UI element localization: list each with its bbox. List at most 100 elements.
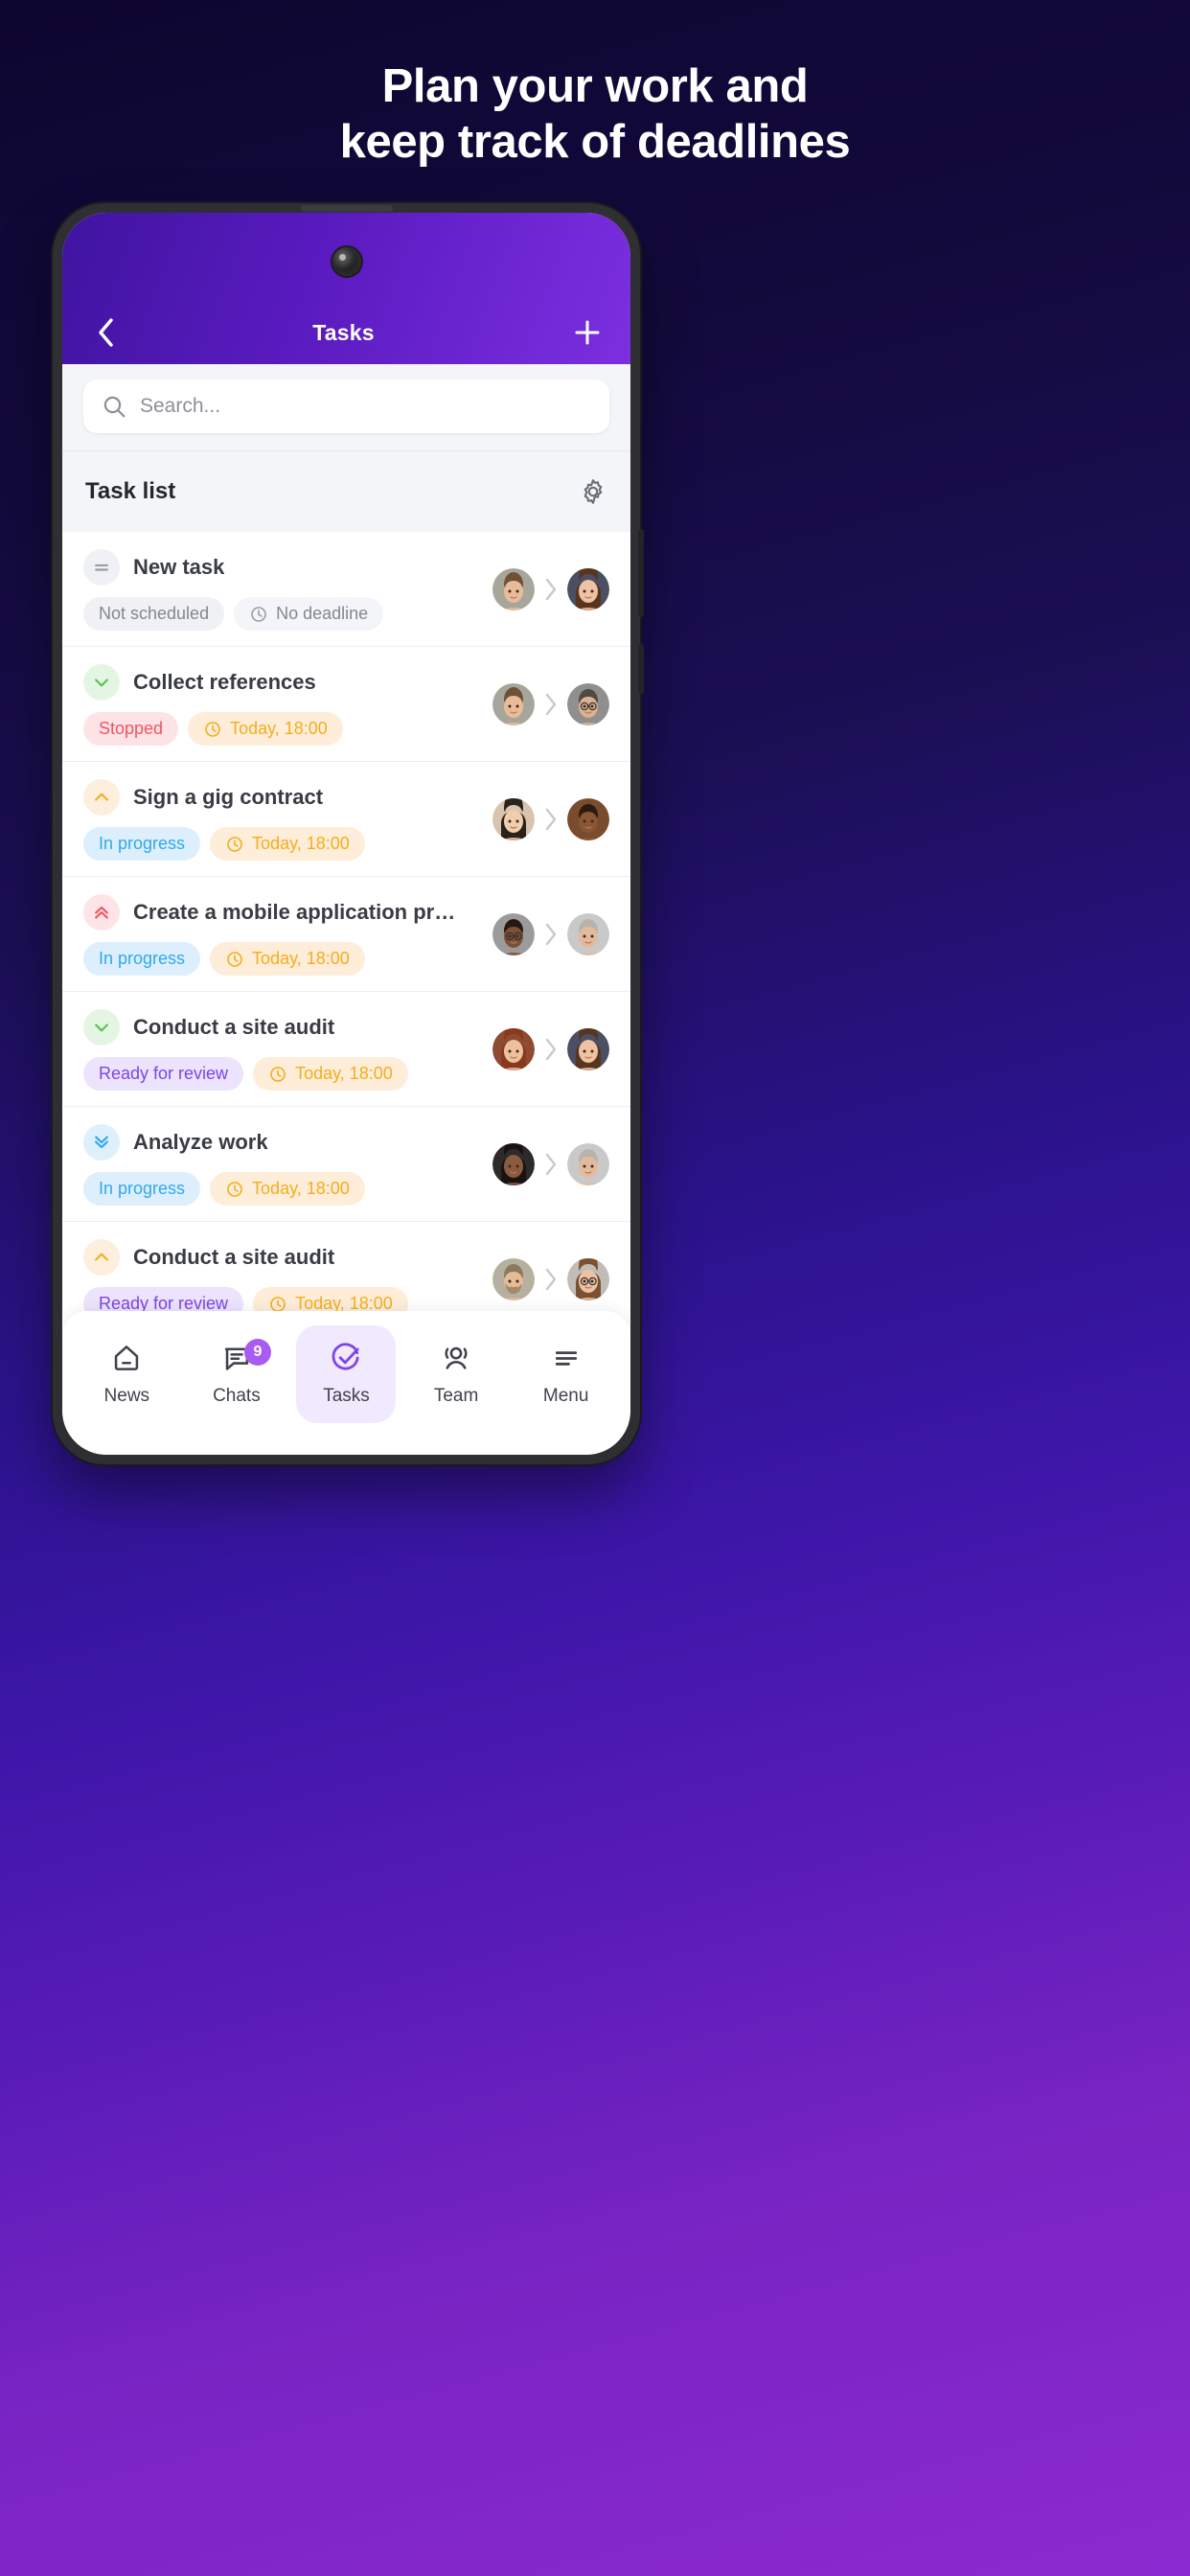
deadline-text: Today, 18:00 xyxy=(295,1064,393,1083)
avatar-woman-red[interactable] xyxy=(492,1027,535,1070)
status-badge[interactable]: Stopped xyxy=(83,712,179,746)
task-list-title: Task list xyxy=(85,478,176,504)
task-title: Analyze work xyxy=(133,1130,268,1154)
tab-menu[interactable]: Menu xyxy=(516,1325,616,1423)
task-priority-badge[interactable] xyxy=(83,664,120,701)
status-badge[interactable]: Ready for review xyxy=(83,1057,244,1091)
task-priority-badge[interactable] xyxy=(83,1239,120,1276)
avatar-woman-1[interactable] xyxy=(567,567,609,610)
task-title: New task xyxy=(133,555,225,579)
task-priority-badge[interactable] xyxy=(83,1124,120,1161)
search-section: Search... xyxy=(62,364,630,451)
chevron-right-icon xyxy=(545,693,557,715)
chevron-left-icon xyxy=(99,318,113,347)
task-title-line: New task xyxy=(83,549,456,586)
tab-label: Team xyxy=(433,1386,479,1406)
deadline-badge[interactable]: No deadline xyxy=(234,597,384,631)
avatar-woman-glasses[interactable] xyxy=(567,1257,609,1300)
headline-line-2: keep track of deadlines xyxy=(339,115,851,168)
task-priority-badge[interactable] xyxy=(83,894,120,931)
avatar-man-glasses[interactable] xyxy=(567,682,609,725)
headline-line-1: Plan your work and xyxy=(381,60,809,112)
clock-icon xyxy=(270,1066,286,1082)
chevron-up-icon xyxy=(95,793,108,801)
deadline-text: Today, 18:00 xyxy=(252,949,350,968)
deadline-badge[interactable]: Today, 18:00 xyxy=(188,712,343,746)
status-badge[interactable]: Not scheduled xyxy=(83,597,225,631)
table-row[interactable]: New task Not scheduled No deadline xyxy=(62,532,630,647)
chevron-up-icon xyxy=(95,1253,108,1261)
hamburger-icon xyxy=(555,1351,577,1366)
chevron-right-icon xyxy=(545,1038,557,1060)
task-assignees xyxy=(492,682,609,725)
task-assignees xyxy=(492,567,609,610)
task-chips: In progress Today, 18:00 xyxy=(83,1172,456,1206)
avatar-man-dark-2[interactable] xyxy=(492,912,535,955)
avatar-man-1[interactable] xyxy=(492,567,535,610)
task-assignees xyxy=(492,1257,609,1300)
tab-team[interactable]: Team xyxy=(406,1325,506,1423)
deadline-badge[interactable]: Today, 18:00 xyxy=(210,827,365,861)
search-input[interactable]: Search... xyxy=(83,380,609,433)
deadline-badge[interactable]: Today, 18:00 xyxy=(253,1057,408,1091)
chevrons-down-icon xyxy=(95,1136,108,1149)
task-priority-badge[interactable] xyxy=(83,549,120,586)
status-badge[interactable]: In progress xyxy=(83,1172,201,1206)
avatar-woman-1[interactable] xyxy=(567,1027,609,1070)
avatar-man-beard[interactable] xyxy=(492,1257,535,1300)
plus-icon xyxy=(575,320,600,345)
task-chips: Ready for review Today, 18:00 xyxy=(83,1057,456,1091)
phone-mockup: Tasks Search... Task list New task Not s… xyxy=(53,203,644,1464)
search-placeholder: Search... xyxy=(140,395,221,417)
status-badge[interactable]: In progress xyxy=(83,942,201,976)
equals-icon xyxy=(95,564,108,571)
task-priority-badge[interactable] xyxy=(83,779,120,816)
task-title-line: Conduct a site audit xyxy=(83,1009,456,1046)
avatar-woman-dark[interactable] xyxy=(492,1142,535,1185)
avatar-man-grey[interactable] xyxy=(567,1142,609,1185)
tab-news[interactable]: News xyxy=(77,1325,176,1423)
task-title-line: Conduct a site audit xyxy=(83,1239,456,1276)
tab-tasks[interactable]: Tasks xyxy=(296,1325,397,1423)
task-list-header: Task list xyxy=(62,451,630,532)
task-chips: In progress Today, 18:00 xyxy=(83,942,456,976)
task-rows: New task Not scheduled No deadline Colle… xyxy=(62,532,630,1337)
promo-headline: Plan your work and keep track of deadlin… xyxy=(0,59,1190,171)
chevron-right-icon xyxy=(545,578,557,600)
chevron-right-icon xyxy=(545,1153,557,1175)
chevron-right-icon xyxy=(545,1268,557,1290)
avatar-man-1[interactable] xyxy=(492,682,535,725)
deadline-text: No deadline xyxy=(276,604,369,623)
table-row[interactable]: Collect references Stopped Today, 18:00 xyxy=(62,647,630,762)
table-row[interactable]: Sign a gig contract In progress Today, 1… xyxy=(62,762,630,877)
phone-speaker xyxy=(300,205,393,212)
task-title: Collect references xyxy=(133,670,316,694)
task-chips: Not scheduled No deadline xyxy=(83,597,456,631)
table-row[interactable]: Conduct a site audit Ready for review To… xyxy=(62,992,630,1107)
task-chips: In progress Today, 18:00 xyxy=(83,827,456,861)
add-task-button[interactable] xyxy=(571,316,604,349)
app-header: Tasks xyxy=(62,213,630,364)
task-assignees xyxy=(492,912,609,955)
clock-icon xyxy=(205,721,220,737)
deadline-text: Today, 18:00 xyxy=(252,834,350,853)
clock-icon xyxy=(227,836,242,852)
tab-label: Menu xyxy=(542,1386,589,1406)
table-row[interactable]: Create a mobile application pro... In pr… xyxy=(62,877,630,992)
task-chips: Stopped Today, 18:00 xyxy=(83,712,456,746)
phone-volume-button xyxy=(638,529,644,617)
tab-label: News xyxy=(103,1386,150,1406)
table-row[interactable]: Analyze work In progress Today, 18:00 xyxy=(62,1107,630,1222)
gear-icon[interactable] xyxy=(579,477,607,506)
home-icon xyxy=(115,1346,139,1370)
task-priority-badge[interactable] xyxy=(83,1009,120,1046)
status-badge[interactable]: In progress xyxy=(83,827,201,861)
avatar-man-grey[interactable] xyxy=(567,912,609,955)
avatar-woman-asian[interactable] xyxy=(492,797,535,840)
deadline-badge[interactable]: Today, 18:00 xyxy=(210,942,365,976)
avatar-man-dark[interactable] xyxy=(567,797,609,840)
deadline-text: Today, 18:00 xyxy=(252,1179,350,1198)
chevrons-up-icon xyxy=(95,906,108,919)
deadline-badge[interactable]: Today, 18:00 xyxy=(210,1172,365,1206)
tab-chats[interactable]: Chats 9 xyxy=(187,1325,286,1423)
